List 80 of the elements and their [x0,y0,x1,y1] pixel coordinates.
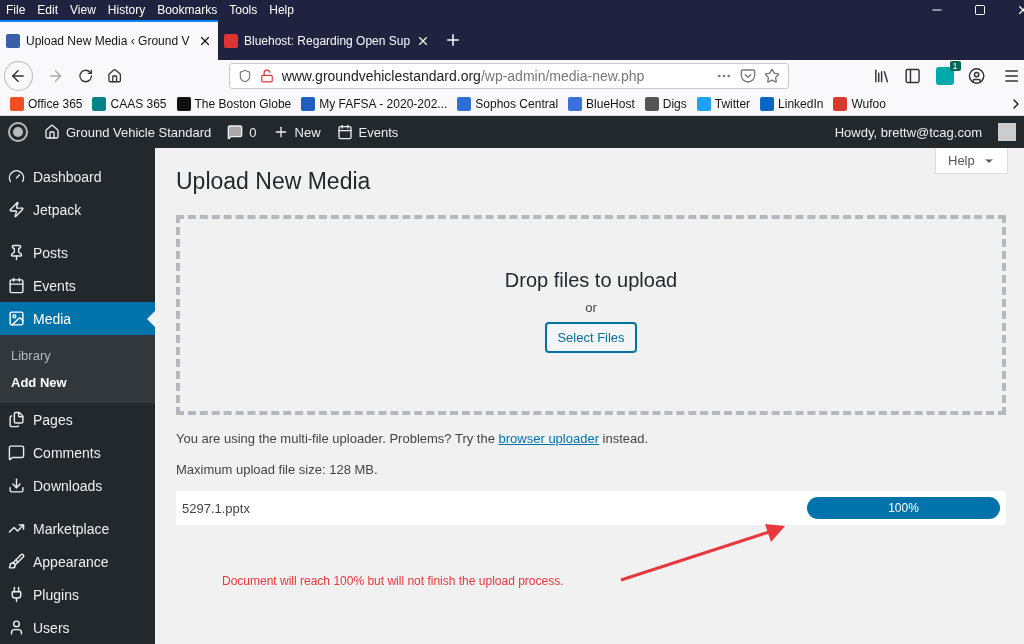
bookmark-link[interactable]: Twitter [696,96,751,111]
bookmark-link[interactable]: BlueHost [568,96,635,111]
comments-link[interactable]: 0 [227,124,257,140]
sidebar-item[interactable]: Jetpack [0,193,155,226]
pin-icon [8,244,25,261]
house-icon [44,124,60,140]
close-icon[interactable] [198,34,212,48]
shield-icon [237,69,252,83]
new-tab-icon[interactable] [444,31,462,49]
sidebar-item[interactable]: Comments [0,436,155,469]
lock-icon [259,69,274,83]
menu-item[interactable]: Help [269,3,294,17]
submenu-item[interactable]: Add New [0,369,155,396]
speech-bubble-icon [8,444,25,461]
menu-icon[interactable] [1002,67,1020,85]
sidebar-item[interactable]: Marketplace [0,512,155,545]
annotation-text: Document will reach 100% but will not finish the upload process. [222,574,564,588]
bookmark-link[interactable]: My FAFSA - 2020-202... [301,96,448,111]
progress-bar: 100% [807,497,1000,519]
calendar-icon [336,124,353,140]
events-link[interactable]: Events [336,124,399,140]
sidebar-item[interactable]: Downloads [0,469,155,502]
bookmark-link[interactable]: Digs [644,96,687,111]
max-size-text: Maximum upload file size: 128 MB. [176,462,379,477]
browser-tab[interactable]: Bluehost: Regarding Open Sup [218,20,436,60]
sidebar-item[interactable]: Media [0,302,155,335]
close-icon[interactable] [416,34,430,48]
speech-bubble-icon [227,124,244,140]
sidebar-item[interactable]: Appearance [0,545,155,578]
extension-icon[interactable] [935,67,954,85]
bolt-icon [8,201,25,218]
menu-item[interactable]: Tools [229,3,258,17]
page-title: Upload New Media [176,168,372,195]
pocket-icon[interactable] [740,68,757,84]
count-badge: 1 [949,61,961,71]
select-files-button[interactable]: Select Files [546,322,636,352]
browser-uploader-link[interactable]: browser uploader [498,431,599,446]
brush-icon [8,553,25,570]
sidebar-item[interactable]: Posts [0,236,155,269]
uploader-notice: You are using the multi-file uploader. Problems? Try the browser uploader instead. [176,431,650,446]
library-icon[interactable] [873,67,891,85]
gauge-icon [8,168,25,185]
reload-icon[interactable] [78,68,94,84]
bookmark-link[interactable]: Sophos Central [457,96,559,111]
menu-item[interactable]: File [6,3,26,17]
account-icon[interactable] [967,67,985,85]
pages-icon [8,411,25,428]
menu-item[interactable]: Bookmarks [157,3,218,17]
drop-heading: Drop files to upload [504,268,678,292]
menu-item[interactable]: Edit [37,3,59,17]
maximize-icon[interactable] [974,4,986,16]
sidebar-item[interactable]: Plugins [0,578,155,611]
image-icon [8,310,25,327]
site-link[interactable]: Ground Vehicle Standard [44,124,212,140]
bookmark-link[interactable]: The Boston Globe [176,96,292,111]
user-greeting[interactable]: Howdy, brettw@tcag.com [834,124,982,140]
sidebar-item[interactable]: Users [0,611,155,644]
help-button[interactable]: Help [935,148,1008,174]
sidebar-item[interactable]: Dashboard [0,160,155,193]
sidebar-icon[interactable] [904,67,922,85]
calendar-icon [8,277,25,294]
menu-item[interactable]: History [107,3,146,17]
new-link[interactable]: New [272,124,321,140]
menu-item[interactable]: View [70,3,96,17]
bookmark-link[interactable]: LinkedIn [760,96,824,111]
address-field[interactable]: www.groundvehiclestandard.org/wp-admin/media-new.php [228,63,790,89]
star-icon[interactable] [764,68,781,84]
user-icon [8,619,25,636]
sidebar-item[interactable]: Pages [0,403,155,436]
submenu-item[interactable]: Library [0,342,155,369]
sidebar-item[interactable]: Events [0,269,155,302]
bookmark-link[interactable]: Wufoo [833,96,886,111]
or-text: or [585,299,597,315]
download-icon [8,477,25,494]
bookmark-link[interactable]: CAAS 365 [92,96,167,111]
file-name: 5297.1.pptx [182,500,251,516]
home-icon[interactable] [107,68,123,84]
browser-tab[interactable]: Upload New Media ‹ Ground V [0,20,218,60]
bookmark-link[interactable]: Office 365 [10,96,83,111]
drop-zone[interactable]: Drop files to upload or Select Files [176,215,1006,415]
